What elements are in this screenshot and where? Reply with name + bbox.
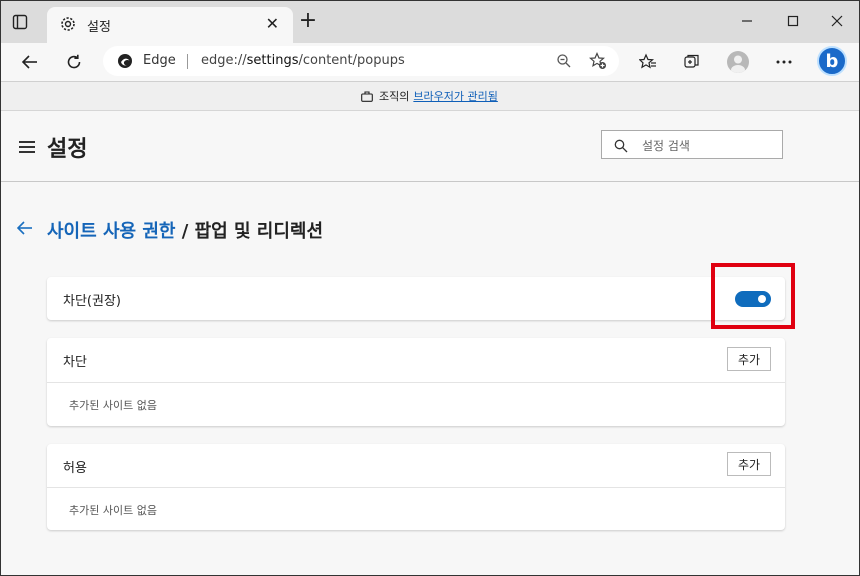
allow-section-label: 허용 <box>63 461 87 476</box>
bing-chat-icon[interactable]: b <box>817 46 847 76</box>
title-bar: 설정 ✕ + <box>1 1 859 43</box>
new-tab-button[interactable]: + <box>297 10 319 32</box>
block-recommended-label: 차단(권장) <box>63 294 121 309</box>
card-divider <box>47 487 785 488</box>
block-list-card: 차단 추가 추가된 사이트 없음 <box>47 338 785 426</box>
settings-search-input[interactable]: 설정 검색 <box>601 130 783 159</box>
allow-empty-text: 추가된 사이트 없음 <box>69 504 157 517</box>
block-empty-text: 추가된 사이트 없음 <box>69 399 157 412</box>
tab-settings[interactable]: 설정 ✕ <box>47 7 293 43</box>
minimize-icon[interactable] <box>733 9 761 33</box>
breadcrumb-parent-link[interactable]: 사이트 사용 권한 <box>47 221 175 242</box>
search-placeholder: 설정 검색 <box>642 139 690 153</box>
breadcrumb-current: 팝업 및 리디렉션 <box>194 221 324 242</box>
managed-bar: 조직의 브라우저가 관리됨 <box>1 81 859 111</box>
address-bar[interactable]: Edge edge://settings/content/popups <box>103 46 619 76</box>
address-separator <box>187 54 188 69</box>
block-add-button[interactable]: 추가 <box>727 347 771 371</box>
more-menu-icon[interactable] <box>773 51 795 73</box>
back-icon[interactable] <box>19 51 41 73</box>
favorites-icon[interactable] <box>637 51 659 73</box>
site-label: Edge <box>143 53 176 68</box>
maximize-icon[interactable] <box>779 9 807 33</box>
close-tab-icon[interactable]: ✕ <box>266 14 279 33</box>
tab-title: 설정 <box>87 20 111 35</box>
profile-avatar-icon[interactable] <box>727 51 749 73</box>
managed-link[interactable]: 브라우저가 관리됨 <box>413 88 497 104</box>
url-text: edge://settings/content/popups <box>201 53 405 68</box>
card-divider <box>47 382 785 383</box>
highlight-box <box>711 263 795 329</box>
breadcrumb-separator: / <box>175 221 195 242</box>
block-recommended-card: 차단(권장) <box>47 277 785 320</box>
collections-icon[interactable] <box>681 51 703 73</box>
search-icon <box>614 138 628 153</box>
zoom-out-icon[interactable] <box>553 50 575 72</box>
refresh-icon[interactable] <box>63 51 85 73</box>
breadcrumb-back-icon[interactable] <box>16 219 33 240</box>
allow-list-card: 허용 추가 추가된 사이트 없음 <box>47 444 785 530</box>
allow-add-button[interactable]: 추가 <box>727 452 771 476</box>
edge-logo-icon <box>117 53 133 69</box>
breadcrumb: 사이트 사용 권한 / 팝업 및 리디렉션 <box>47 217 323 243</box>
add-favorite-icon[interactable] <box>587 50 609 72</box>
toolbar: Edge edge://settings/content/popups b <box>1 43 859 81</box>
block-section-label: 차단 <box>63 355 87 370</box>
browser-window: 설정 ✕ + Edge edge://settings/content/popu… <box>0 0 860 576</box>
window-close-icon[interactable] <box>823 9 851 33</box>
gear-icon <box>59 15 77 33</box>
menu-icon[interactable] <box>19 141 35 153</box>
page-title: 설정 <box>47 137 88 162</box>
tab-actions-icon[interactable] <box>9 11 31 33</box>
settings-header: 설정 설정 검색 <box>1 111 859 182</box>
briefcase-icon <box>361 90 373 102</box>
managed-text: 조직의 <box>379 90 410 103</box>
